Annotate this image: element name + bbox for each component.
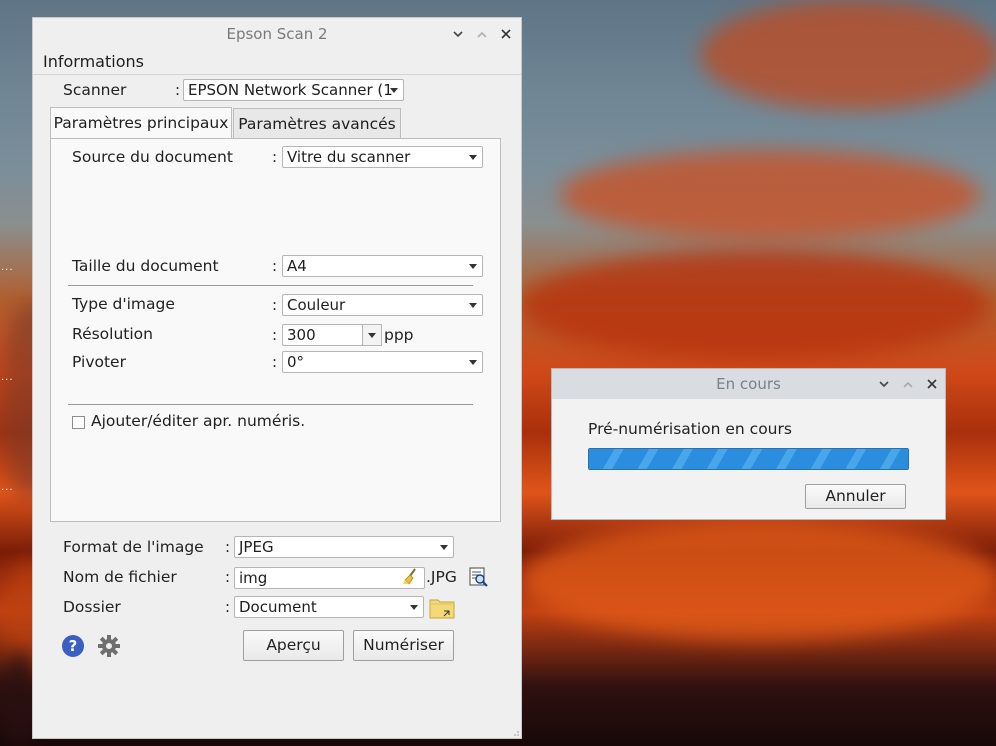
image-format-select[interactable]: JPEG xyxy=(234,536,454,558)
informations-menu[interactable]: Informations xyxy=(43,52,144,71)
rotate-value: 0° xyxy=(287,353,305,371)
separator xyxy=(33,74,521,75)
epson-scan-window: Epson Scan 2 Informations Scanner : EPSO… xyxy=(32,17,522,739)
dropdown-arrow-icon xyxy=(469,155,477,160)
image-type-select[interactable]: Couleur xyxy=(282,294,483,316)
progress-message: Pré-numérisation en cours xyxy=(588,420,792,438)
chevron-down-icon xyxy=(879,380,889,387)
desktop-icon-label: ... xyxy=(1,262,14,273)
scanner-select[interactable]: EPSON Network Scanner (1 xyxy=(183,79,404,101)
image-format-label: Format de l'image xyxy=(63,538,204,556)
colon: : xyxy=(225,568,231,586)
colon: : xyxy=(272,353,278,371)
dialog-titlebar[interactable]: En cours xyxy=(552,369,945,399)
resolution-input[interactable]: 300 xyxy=(282,324,363,346)
progress-bar xyxy=(588,448,909,470)
filename-label: Nom de fichier xyxy=(63,568,177,586)
image-type-value: Couleur xyxy=(287,296,346,314)
colon: : xyxy=(225,538,231,556)
separator xyxy=(68,285,473,286)
resolution-value: 300 xyxy=(287,326,316,344)
colon: : xyxy=(272,148,278,166)
dropdown-arrow-icon xyxy=(469,264,477,269)
doc-source-value: Vitre du scanner xyxy=(287,148,411,166)
colon: : xyxy=(175,81,181,99)
resolution-label: Résolution xyxy=(72,325,153,343)
svg-text:?: ? xyxy=(69,637,78,655)
scanner-label: Scanner xyxy=(63,81,127,99)
cancel-button[interactable]: Annuler xyxy=(805,484,906,509)
filename-settings-icon[interactable] xyxy=(467,566,489,588)
resolution-unit: ppp xyxy=(384,326,414,344)
rotate-select[interactable]: 0° xyxy=(282,351,483,373)
colon: : xyxy=(225,598,231,616)
progress-dialog: En cours Pré-numérisation en cours Annul… xyxy=(551,368,946,520)
chevron-up-icon xyxy=(903,381,913,388)
dropdown-arrow-icon xyxy=(390,88,398,93)
desktop-icon-label: ... xyxy=(1,482,14,493)
close-button[interactable] xyxy=(923,369,941,399)
dialog-title: En cours xyxy=(716,375,781,393)
folder-select[interactable]: Document xyxy=(234,596,424,618)
scanner-select-value: EPSON Network Scanner (1 xyxy=(188,81,393,99)
add-edit-label[interactable]: Ajouter/éditer apr. numéris. xyxy=(91,412,305,430)
window-title: Epson Scan 2 xyxy=(226,25,328,43)
maximize-button[interactable] xyxy=(473,18,491,50)
preview-button[interactable]: Aperçu xyxy=(243,630,344,661)
chevron-down-icon xyxy=(453,30,463,37)
doc-size-value: A4 xyxy=(287,257,307,275)
add-edit-checkbox[interactable] xyxy=(72,416,85,429)
desktop-icon-label: ... xyxy=(1,372,14,383)
filename-extension: .JPG xyxy=(426,568,457,586)
folder-label: Dossier xyxy=(63,598,121,616)
close-icon xyxy=(501,29,511,39)
image-format-value: JPEG xyxy=(239,538,274,556)
gear-icon[interactable] xyxy=(97,634,121,658)
colon: : xyxy=(272,326,278,344)
tab-advanced-settings[interactable]: Paramètres avancés xyxy=(233,108,401,139)
maximize-button[interactable] xyxy=(899,369,917,399)
scan-button[interactable]: Numériser xyxy=(353,630,454,661)
broom-clear-icon[interactable] xyxy=(402,568,418,586)
image-type-label: Type d'image xyxy=(72,295,175,313)
resolution-dropdown-button[interactable] xyxy=(362,324,382,346)
close-button[interactable] xyxy=(497,18,515,50)
colon: : xyxy=(272,296,278,314)
close-icon xyxy=(927,379,937,389)
tab-main-settings[interactable]: Paramètres principaux xyxy=(50,107,232,139)
dropdown-arrow-icon xyxy=(368,333,376,338)
minimize-button[interactable] xyxy=(449,18,467,50)
doc-size-label: Taille du document xyxy=(72,257,219,275)
progress-bar-fill xyxy=(589,449,908,469)
chevron-up-icon xyxy=(477,31,487,38)
folder-browse-icon[interactable] xyxy=(429,596,456,620)
rotate-label: Pivoter xyxy=(72,353,126,371)
dropdown-arrow-icon xyxy=(410,605,418,610)
folder-value: Document xyxy=(239,598,317,616)
doc-size-select[interactable]: A4 xyxy=(282,255,483,277)
separator xyxy=(68,404,473,405)
dropdown-arrow-icon xyxy=(469,303,477,308)
main-settings-panel: Source du document : Vitre du scanner Ta… xyxy=(50,138,501,522)
doc-source-label: Source du document xyxy=(72,148,233,166)
colon: : xyxy=(272,257,278,275)
doc-source-select[interactable]: Vitre du scanner xyxy=(282,146,483,168)
dropdown-arrow-icon xyxy=(440,545,448,550)
filename-input[interactable]: img xyxy=(234,567,425,589)
dropdown-arrow-icon xyxy=(469,360,477,365)
minimize-button[interactable] xyxy=(875,369,893,399)
resize-grip-icon[interactable] xyxy=(512,729,520,737)
help-icon[interactable]: ? xyxy=(61,634,85,658)
filename-value: img xyxy=(239,569,268,587)
window-titlebar[interactable]: Epson Scan 2 xyxy=(33,18,521,50)
